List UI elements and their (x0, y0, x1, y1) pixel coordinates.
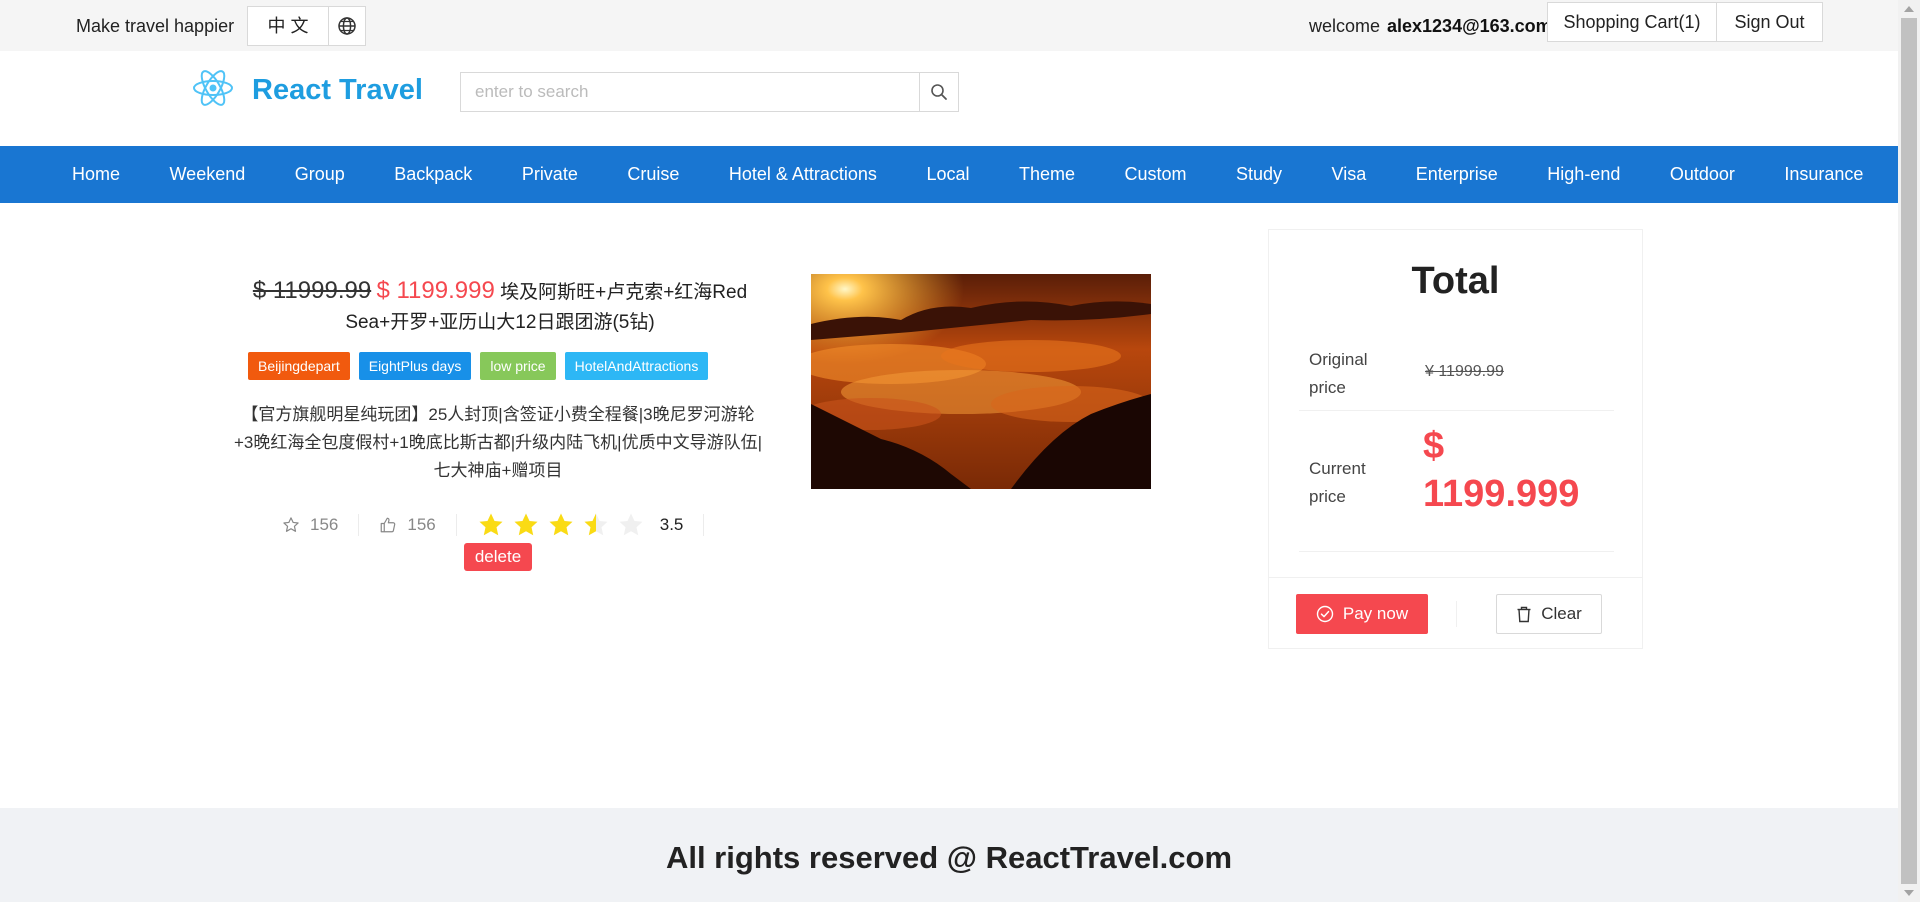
divider (1269, 577, 1642, 578)
clear-button[interactable]: Clear (1496, 594, 1602, 634)
scroll-up-arrow[interactable] (1904, 6, 1914, 12)
tag-hotelandattractions: HotelAndAttractions (564, 352, 709, 380)
footer-text: All rights reserved @ ReactTravel.com (665, 840, 1233, 875)
original-price-value: ¥ 11999.99 (1425, 363, 1504, 380)
original-price-label: Original price (1309, 350, 1368, 397)
product-description: 【官方旗舰明星纯玩团】25人封顶|含签证小费全程餐|3晚尼罗河游轮+3晚红海全包… (233, 405, 762, 480)
favorite-action[interactable]: 156 (282, 515, 338, 535)
welcome-text: welcome (1309, 16, 1381, 36)
check-circle-icon (1316, 605, 1334, 623)
top-bar: Make travel happier 中 文 welcome alex1234… (0, 0, 1898, 51)
rating-star-icon[interactable] (512, 511, 540, 539)
divider (455, 514, 457, 536)
globe-icon (338, 17, 356, 35)
nav-item-private[interactable]: Private (522, 164, 578, 185)
rating-star-icon[interactable] (582, 511, 610, 539)
rating-star-icon[interactable] (617, 511, 645, 539)
clear-label: Clear (1541, 604, 1582, 623)
shopping-cart-button[interactable]: Shopping Cart(1) (1547, 2, 1717, 42)
search-button[interactable] (919, 72, 959, 112)
like-action[interactable]: 156 (379, 515, 436, 535)
main-nav: Home Weekend Group Backpack Private Cruise Hot… (0, 146, 1898, 203)
divider (703, 514, 705, 536)
nav-item-home[interactable]: Home (72, 164, 120, 185)
scrollbar-thumb[interactable] (1901, 18, 1917, 884)
username: alex1234@163.com (1387, 16, 1552, 36)
product-actions: 156 156 3.5 (282, 512, 724, 538)
nav-item-outdoor[interactable]: Outdoor (1670, 164, 1735, 185)
nav-item-cruise[interactable]: Cruise (627, 164, 679, 185)
current-price-value: $ 1199.999 (1423, 425, 1580, 515)
nav-item-group[interactable]: Group (295, 164, 345, 185)
favorite-count: 156 (310, 515, 339, 534)
trash-icon (1517, 606, 1531, 622)
react-logo-icon[interactable] (191, 66, 235, 110)
product-photo[interactable] (811, 274, 1151, 489)
nav-item-study[interactable]: Study (1236, 164, 1282, 185)
nav-item-enterprise[interactable]: Enterprise (1416, 164, 1498, 185)
total-card: Total Original price ¥ 11999.99 Current … (1268, 229, 1643, 649)
tag-low-price: low price (480, 352, 556, 380)
divider (1456, 601, 1457, 627)
logo-text[interactable]: React Travel (252, 74, 423, 107)
vertical-scrollbar[interactable] (1898, 0, 1920, 902)
nav-item-visa[interactable]: Visa (1332, 164, 1367, 185)
language-dropdown-button[interactable] (328, 6, 366, 46)
nav-item-local[interactable]: Local (926, 164, 969, 185)
nav-item-insurance[interactable]: Insurance (1784, 164, 1863, 185)
sign-out-button[interactable]: Sign Out (1716, 2, 1823, 42)
like-count: 156 (407, 515, 436, 534)
tag-beijingdepart: Beijingdepart (248, 352, 350, 380)
nav-item-custom[interactable]: Custom (1125, 164, 1187, 185)
product-title-block: $ 11999.99 $ 1199.999 埃及阿斯旺+卢克索+红海Red Se… (230, 276, 770, 338)
divider (1299, 410, 1614, 411)
page-footer: All rights reserved @ ReactTravel.com (0, 808, 1898, 902)
total-title: Total (1411, 260, 1500, 302)
nav-item-high-end[interactable]: High-end (1547, 164, 1620, 185)
pay-now-button[interactable]: Pay now (1296, 594, 1428, 634)
rating-star-icon[interactable] (477, 511, 505, 539)
language-button[interactable]: 中 文 (247, 6, 329, 46)
nav-item-weekend[interactable]: Weekend (170, 164, 246, 185)
tagline: Make travel happier (76, 16, 235, 36)
nav-item-theme[interactable]: Theme (1019, 164, 1075, 185)
nav-item-hotel-attractions[interactable]: Hotel & Attractions (729, 164, 877, 185)
search-input[interactable] (460, 72, 920, 112)
rating-value: 3.5 (659, 515, 684, 534)
product-tags: Beijingdepart EightPlus days low price Hote… (248, 352, 709, 380)
product-current-price: $ 1199.999 (376, 277, 495, 304)
nav-item-backpack[interactable]: Backpack (394, 164, 472, 185)
product-original-price: $ 11999.99 (252, 277, 372, 304)
star-outline-icon (283, 517, 299, 532)
scroll-down-arrow[interactable] (1904, 890, 1914, 896)
rating-stars[interactable] (477, 511, 645, 539)
tag-eightplus-days: EightPlus days (358, 352, 472, 380)
current-price-label: Current price (1309, 459, 1366, 506)
delete-button[interactable]: delete (464, 543, 532, 571)
divider (358, 514, 360, 536)
search-icon (931, 84, 947, 100)
pay-now-label: Pay now (1342, 604, 1409, 623)
rating-star-icon[interactable] (547, 511, 575, 539)
divider (1299, 551, 1614, 552)
like-icon (381, 517, 396, 533)
